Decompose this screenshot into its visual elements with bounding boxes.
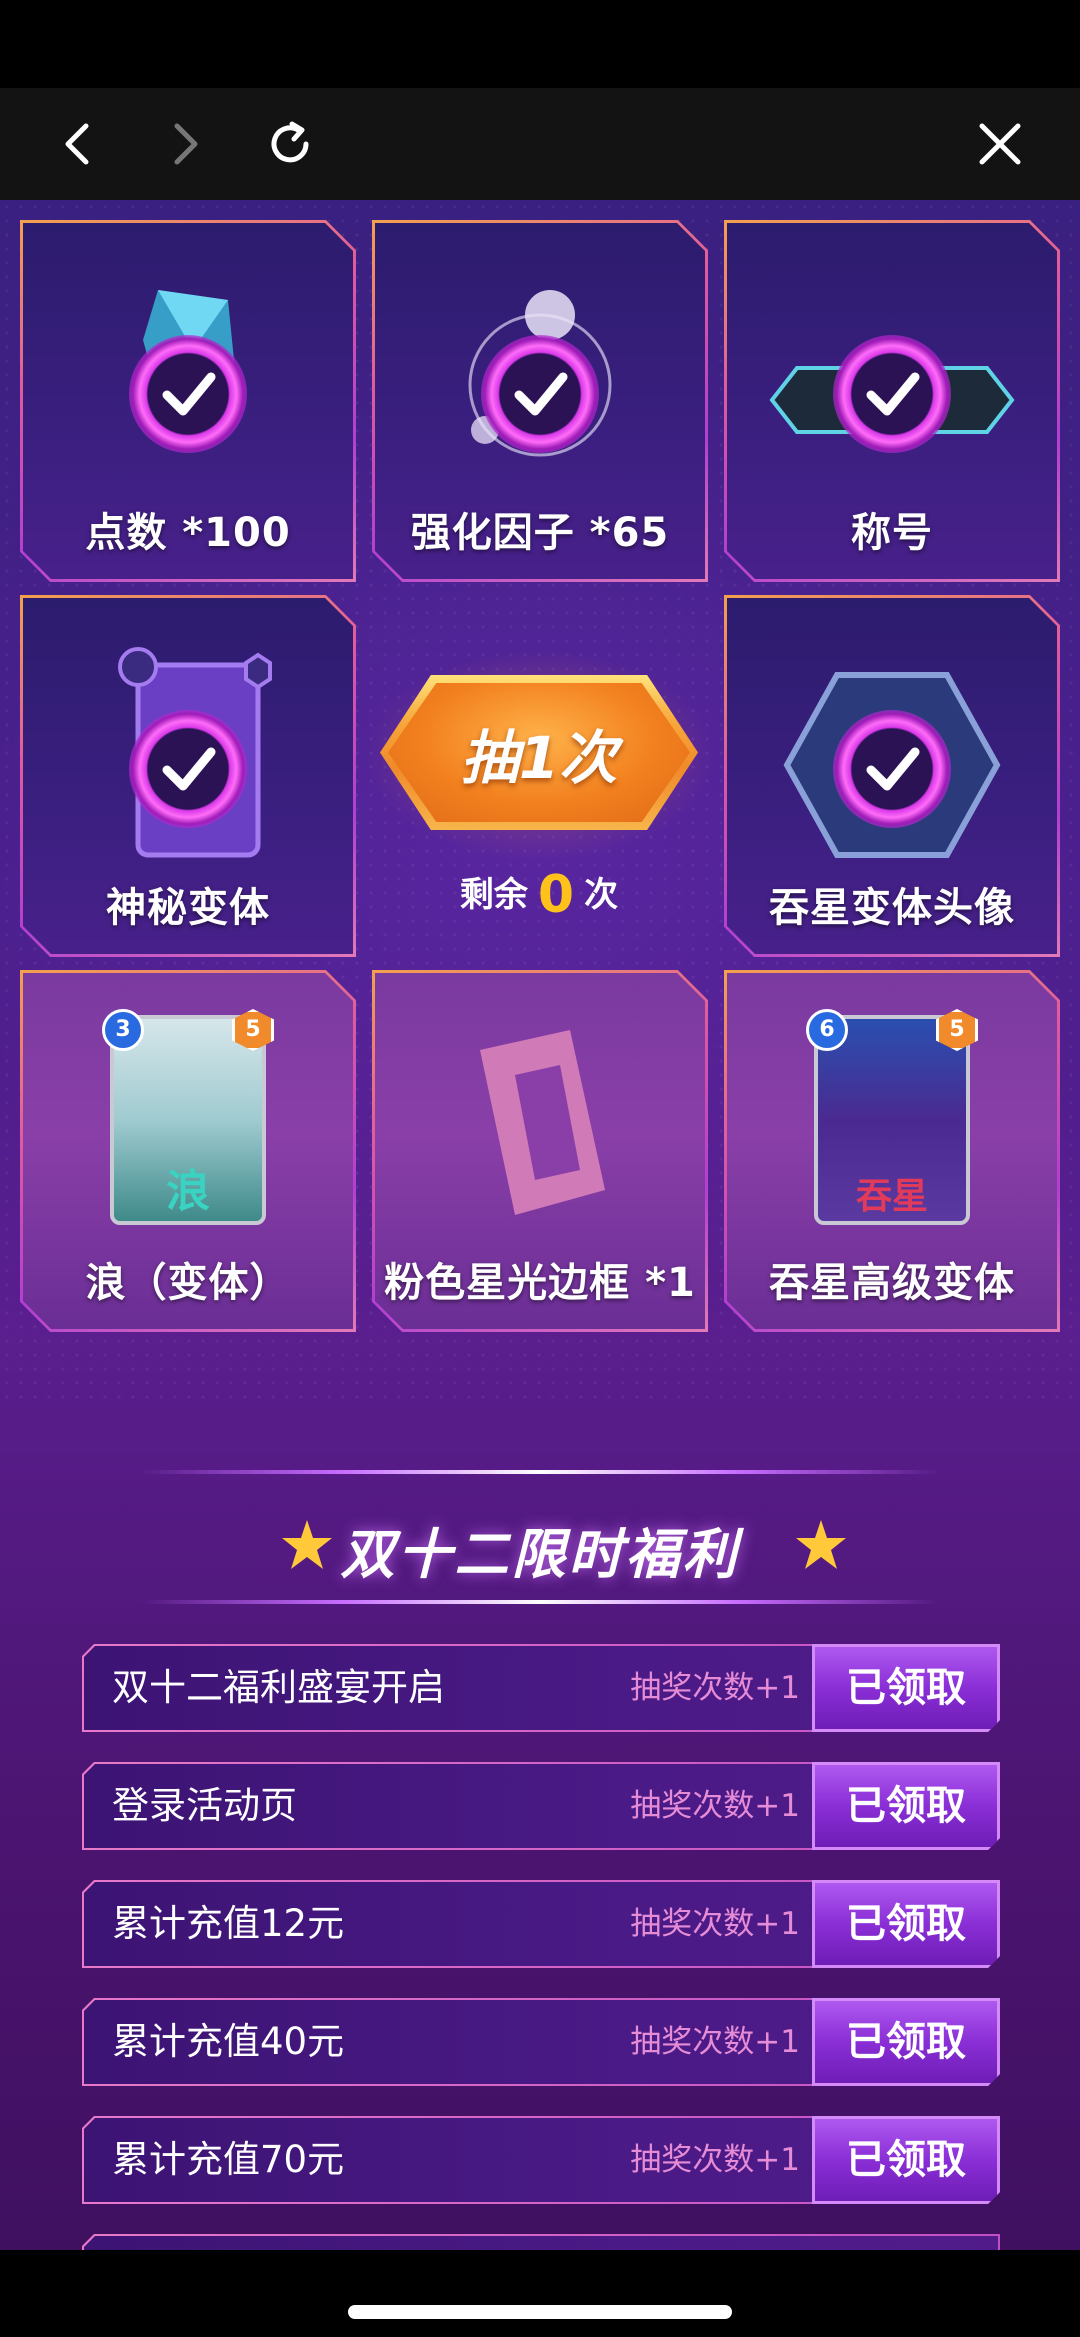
task-row: 累计充值12元 抽奖次数+1 已领取 — [82, 1880, 1000, 1968]
task-bonus: 抽奖次数+1 — [630, 1788, 800, 1824]
collected-check-icon — [129, 710, 247, 828]
browser-nav-bar — [0, 88, 1080, 200]
status-bar — [0, 0, 1080, 88]
back-icon — [65, 123, 89, 165]
task-bonus: 抽奖次数+1 — [630, 2024, 800, 2060]
task-bonus: 抽奖次数+1 — [630, 1670, 800, 1706]
variant-card-art: 3 5 浪 — [110, 1015, 266, 1225]
collected-check-icon — [481, 335, 599, 453]
reward-card-boost-factor[interactable]: 强化因子 *65 — [372, 220, 708, 582]
home-indicator-area — [0, 2250, 1080, 2337]
claimed-button[interactable]: 已领取 — [812, 1644, 1000, 1732]
title-divider — [140, 1470, 940, 1474]
task-name: 累计充值40元 — [112, 2020, 345, 2063]
claimed-button[interactable]: 已领取 — [812, 2116, 1000, 2204]
event-page: 点数 *100 强化因子 *65 称号 神秘变体 抽1次 剩余 0 次 吞星变体… — [0, 200, 1080, 2250]
reward-label: 强化因子 *65 — [410, 510, 670, 556]
task-row-partial — [82, 2234, 1000, 2250]
cost-badge: 6 — [806, 1009, 848, 1051]
task-row: 累计充值40元 抽奖次数+1 已领取 — [82, 1998, 1000, 2086]
reward-label: 吞星高级变体 — [769, 1260, 1015, 1306]
draw-once-button[interactable]: 抽1次 — [380, 675, 698, 830]
claimed-button[interactable]: 已领取 — [812, 1998, 1000, 2086]
variant-card-art: 6 5 吞星 — [814, 1015, 970, 1225]
forward-button[interactable] — [140, 88, 230, 200]
section-title: 双十二限时福利 — [340, 1523, 740, 1586]
collected-check-icon — [129, 335, 247, 453]
task-row: 双十二福利盛宴开启 抽奖次数+1 已领取 — [82, 1644, 1000, 1732]
pink-frame-icon — [460, 1020, 620, 1230]
collected-check-icon — [833, 335, 951, 453]
close-icon — [979, 123, 1021, 165]
reward-card-title[interactable]: 称号 — [724, 220, 1060, 582]
refresh-button[interactable] — [245, 88, 335, 200]
remaining-prefix: 剩余 — [459, 875, 528, 915]
reward-card-devourer-premium-variant[interactable]: 6 5 吞星 吞星高级变体 — [724, 970, 1060, 1332]
task-name: 双十二福利盛宴开启 — [112, 1666, 445, 1709]
remaining-draws: 剩余 0 次 — [380, 865, 698, 925]
reward-card-pink-frame[interactable]: 粉色星光边框 *1 — [372, 970, 708, 1332]
claimed-button[interactable]: 已领取 — [812, 1762, 1000, 1850]
reward-label: 浪（变体） — [85, 1260, 291, 1306]
home-indicator[interactable] — [348, 2305, 732, 2319]
claimed-button[interactable]: 已领取 — [812, 1880, 1000, 1968]
task-row: 累计充值70元 抽奖次数+1 已领取 — [82, 2116, 1000, 2204]
forward-icon — [174, 123, 198, 165]
star-icon — [796, 1520, 846, 1569]
back-button[interactable] — [33, 88, 123, 200]
reward-label: 吞星变体头像 — [769, 885, 1015, 931]
remaining-count: 0 — [537, 865, 575, 925]
task-bonus: 抽奖次数+1 — [630, 2142, 800, 2178]
reward-label: 粉色星光边框 *1 — [384, 1260, 696, 1306]
close-button[interactable] — [955, 88, 1045, 200]
remaining-suffix: 次 — [584, 875, 619, 915]
reward-card-mystery-variant[interactable]: 神秘变体 — [20, 595, 356, 957]
refresh-icon — [271, 121, 309, 163]
welfare-section-header: 双十二限时福利 — [0, 1470, 1080, 1670]
cost-badge: 3 — [102, 1009, 144, 1051]
card-art-text: 浪 — [166, 1166, 210, 1217]
card-art-text: 吞星 — [855, 1176, 928, 1217]
reward-card-points[interactable]: 点数 *100 — [20, 220, 356, 582]
task-bonus: 抽奖次数+1 — [630, 1906, 800, 1942]
collected-check-icon — [833, 710, 951, 828]
task-name: 累计充值12元 — [112, 1902, 345, 1945]
reward-card-wave-variant[interactable]: 3 5 浪 浪（变体） — [20, 970, 356, 1332]
task-name: 登录活动页 — [112, 1784, 297, 1827]
reward-card-devourer-avatar[interactable]: 吞星变体头像 — [724, 595, 1060, 957]
task-row: 登录活动页 抽奖次数+1 已领取 — [82, 1762, 1000, 1850]
task-name: 累计充值70元 — [112, 2138, 345, 2181]
draw-button-label: 抽1次 — [460, 723, 618, 792]
reward-label: 称号 — [851, 510, 933, 556]
title-divider — [140, 1600, 940, 1604]
reward-label: 点数 *100 — [85, 510, 291, 556]
reward-label: 神秘变体 — [106, 885, 270, 931]
